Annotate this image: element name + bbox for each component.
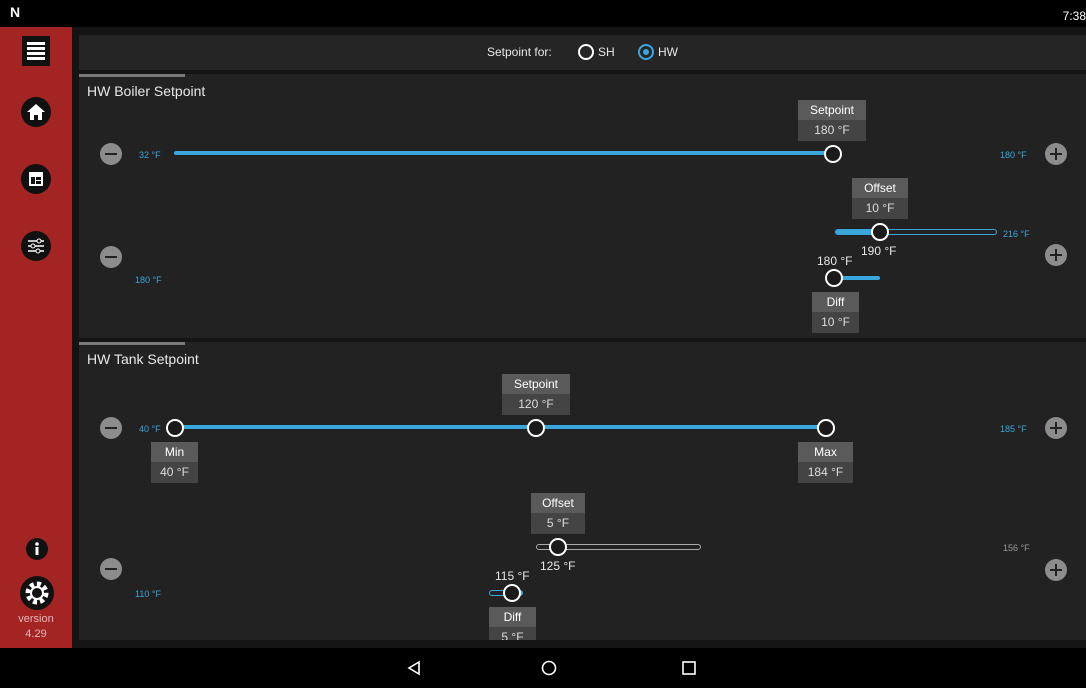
tank-setpoint-tag: Setpoint 120 °F xyxy=(502,374,570,415)
boiler-diff-min: 180 °F xyxy=(135,275,162,285)
menu-icon[interactable] xyxy=(22,36,50,66)
radio-hw-label[interactable]: HW xyxy=(658,45,678,59)
tank-min-label: Min xyxy=(151,442,198,462)
tank-min-thumb[interactable] xyxy=(166,419,184,437)
boiler-diff-value: 10 °F xyxy=(812,312,859,333)
clock: 7:38 xyxy=(1062,9,1086,23)
boiler-setpoint-value: 180 °F xyxy=(798,120,866,141)
boiler-panel xyxy=(79,74,1086,338)
tank-panel xyxy=(79,342,1086,640)
notification-logo: N xyxy=(10,4,21,20)
tank-offset-thumb[interactable] xyxy=(549,538,567,556)
boiler-offset-thumb-value: 190 °F xyxy=(861,244,897,258)
tank-offset-label: Offset xyxy=(531,493,585,513)
boiler-setpoint-minus-button[interactable] xyxy=(100,143,122,165)
boiler-title: HW Boiler Setpoint xyxy=(87,83,206,99)
boiler-diff-tag: Diff 10 °F xyxy=(812,292,859,333)
tank-main-max: 185 °F xyxy=(1000,424,1027,434)
tank-setpoint-value: 120 °F xyxy=(502,394,570,415)
tank-title: HW Tank Setpoint xyxy=(87,351,199,367)
tank-diff-min: 110 °F xyxy=(135,589,161,599)
tank-setpoint-thumb[interactable] xyxy=(527,419,545,437)
dashboard-icon[interactable] xyxy=(21,164,51,194)
sliders-icon[interactable] xyxy=(21,231,51,261)
tank-offset-thumb-value: 125 °F xyxy=(540,559,576,573)
boiler-setpoint-track[interactable] xyxy=(174,151,834,155)
version-number: 4.29 xyxy=(25,628,47,640)
tank-setpoint-label: Setpoint xyxy=(502,374,570,394)
boiler-diff-label: Diff xyxy=(812,292,859,312)
boiler-offset-tag: Offset 10 °F xyxy=(852,178,908,219)
tank-diff-value: 5 °F xyxy=(489,627,536,640)
tank-max-thumb[interactable] xyxy=(817,419,835,437)
boiler-setpoint-tag: Setpoint 180 °F xyxy=(798,100,866,141)
boiler-offset-label: Offset xyxy=(852,178,908,198)
tank-diff-thumb[interactable] xyxy=(503,584,521,602)
boiler-offset-max: 216 °F xyxy=(1003,229,1030,239)
boiler-offset-value: 10 °F xyxy=(852,198,908,219)
tank-diff-tag: Diff 5 °F xyxy=(489,607,536,640)
radio-sh-label[interactable]: SH xyxy=(598,45,615,59)
boiler-diff-thumb-value: 180 °F xyxy=(817,254,853,268)
tab-indicator xyxy=(79,342,185,345)
home-icon[interactable] xyxy=(21,97,51,127)
tank-max-value: 184 °F xyxy=(798,462,853,483)
recents-icon[interactable] xyxy=(681,660,697,676)
navigation-bar xyxy=(0,648,1086,688)
boiler-offset-thumb[interactable] xyxy=(871,223,889,241)
tank-setpoint-minus-button[interactable] xyxy=(100,417,122,439)
tank-main-min: 40 °F xyxy=(139,424,161,434)
tab-indicator xyxy=(79,74,185,77)
tank-diff-thumb-value: 115 °F xyxy=(495,569,530,583)
tank-diff-minus-button[interactable] xyxy=(100,558,122,580)
radio-hw[interactable] xyxy=(638,44,654,60)
boiler-diff-plus-button[interactable] xyxy=(1045,244,1067,266)
tank-setpoint-track[interactable] xyxy=(174,425,826,429)
tank-offset-value: 5 °F xyxy=(531,513,585,534)
status-bar: N 7:38 xyxy=(0,0,1086,27)
tank-setpoint-plus-button[interactable] xyxy=(1045,417,1067,439)
back-icon[interactable] xyxy=(406,660,422,676)
home-circle-icon[interactable] xyxy=(541,660,557,676)
radio-sh[interactable] xyxy=(578,44,594,60)
tank-offset-max: 156 °F xyxy=(1003,543,1030,553)
boiler-setpoint-plus-button[interactable] xyxy=(1045,143,1067,165)
tank-diff-plus-button[interactable] xyxy=(1045,559,1067,581)
tank-min-value: 40 °F xyxy=(151,462,198,483)
boiler-main-min: 32 °F xyxy=(139,150,161,160)
boiler-setpoint-thumb[interactable] xyxy=(824,145,842,163)
boiler-offset-fill xyxy=(835,230,875,234)
boiler-diff-thumb[interactable] xyxy=(825,269,843,287)
boiler-diff-minus-button[interactable] xyxy=(100,246,122,268)
info-icon[interactable] xyxy=(26,538,48,560)
tank-max-label: Max xyxy=(798,442,853,462)
settings-gear-icon[interactable] xyxy=(20,576,54,610)
tank-offset-tag: Offset 5 °F xyxy=(531,493,585,534)
tank-diff-label: Diff xyxy=(489,607,536,627)
boiler-main-max: 180 °F xyxy=(1000,150,1027,160)
tank-min-tag: Min 40 °F xyxy=(151,442,198,483)
version-label: version xyxy=(18,613,54,625)
tank-max-tag: Max 184 °F xyxy=(798,442,853,483)
setpoint-for-label: Setpoint for: xyxy=(487,45,552,59)
version-info: version 4.29 xyxy=(0,612,72,642)
boiler-setpoint-label: Setpoint xyxy=(798,100,866,120)
